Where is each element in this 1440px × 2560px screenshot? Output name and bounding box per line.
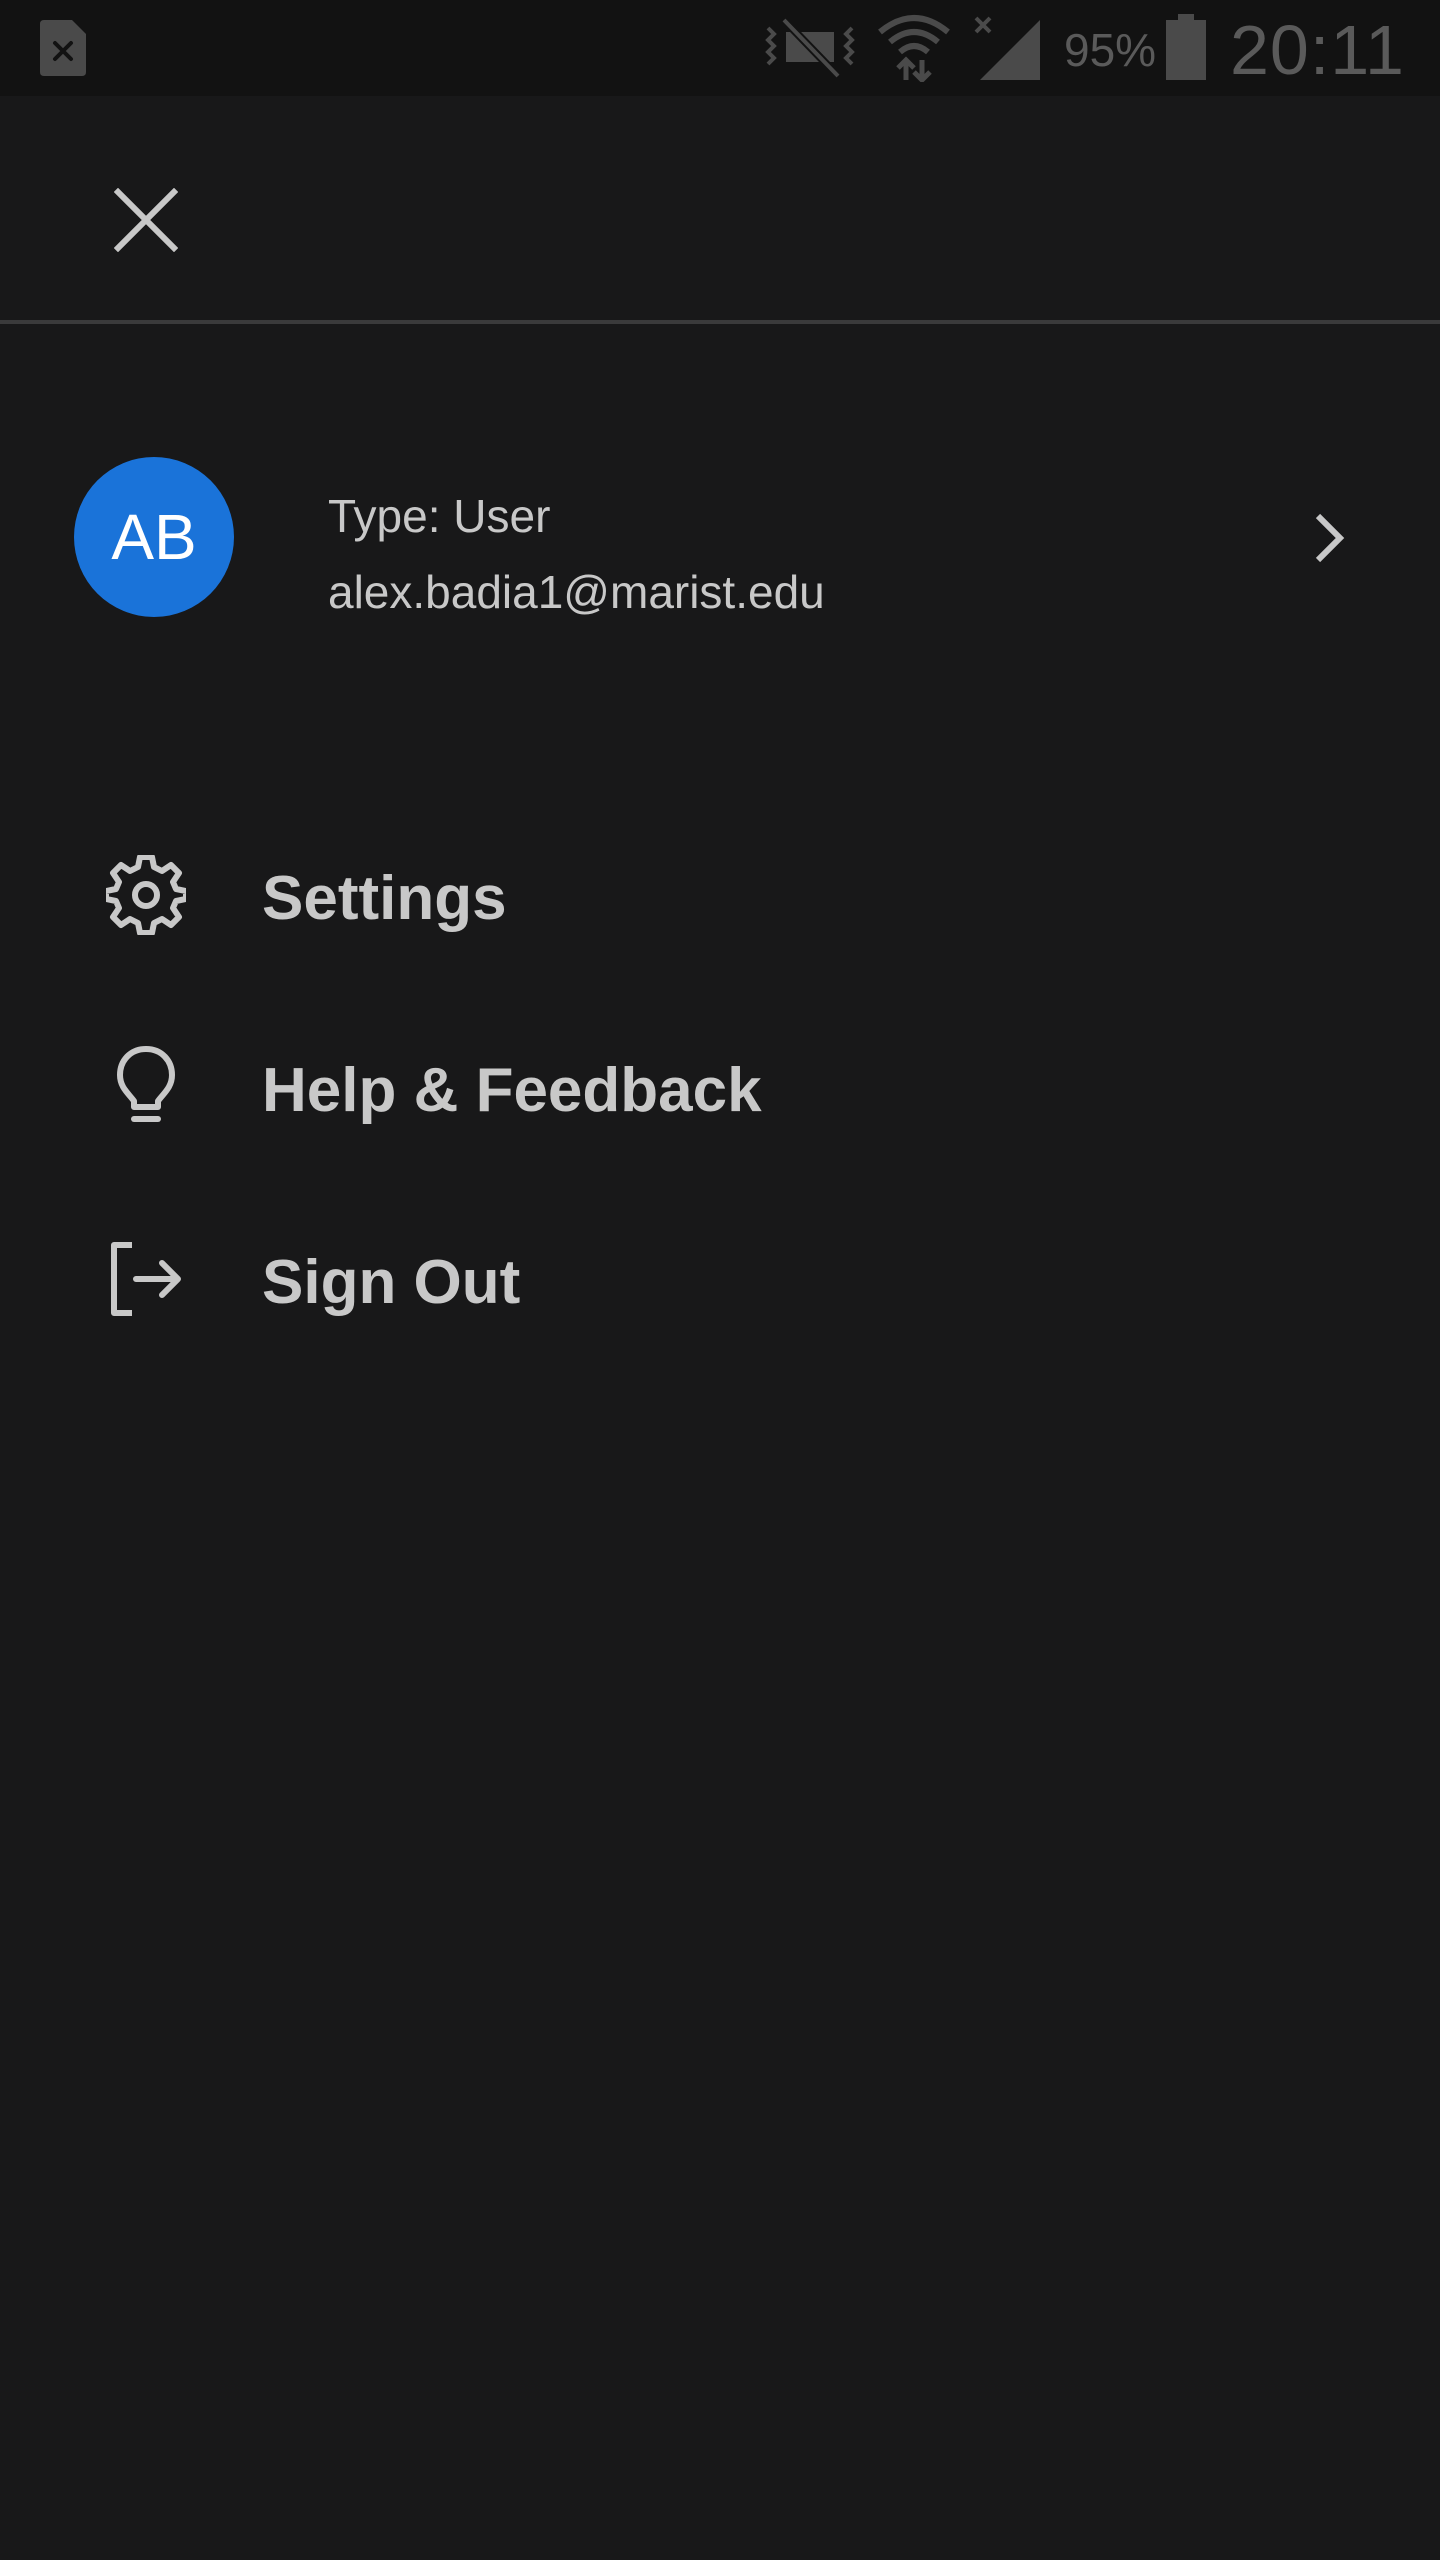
header-divider — [0, 320, 1440, 324]
avatar-initials: AB — [111, 501, 197, 573]
account-email: alex.badia1@marist.edu — [328, 566, 825, 618]
menu-item-sign-out-label: Sign Out — [262, 1248, 521, 1317]
menu-item-sign-out[interactable]: Sign Out — [0, 1189, 1440, 1369]
menu-item-settings[interactable]: Settings — [0, 805, 1440, 985]
drawer-header — [0, 96, 1440, 322]
menu-item-help-feedback-label: Help & Feedback — [262, 1056, 762, 1125]
close-icon — [113, 187, 179, 257]
account-row[interactable]: AB Type: User alex.badia1@marist.edu — [0, 420, 1440, 660]
close-button[interactable] — [96, 172, 196, 272]
vibrate-mute-icon — [762, 14, 858, 85]
menu-item-settings-label: Settings — [262, 864, 507, 933]
avatar: AB — [74, 457, 234, 617]
navigation-drawer-screen: 95% 20:11 AB Type: User alex.badia1@mari… — [0, 0, 1440, 2560]
menu-item-help-feedback[interactable]: Help & Feedback — [0, 997, 1440, 1177]
battery-percent: 95% — [1064, 24, 1157, 76]
lightbulb-icon — [106, 1046, 186, 1127]
status-clock: 20:11 — [1230, 11, 1405, 89]
gear-icon — [106, 855, 186, 935]
status-bar: 95% 20:11 — [0, 0, 1440, 96]
battery-icon — [1166, 14, 1206, 85]
sign-out-icon — [106, 1239, 186, 1319]
account-type-label: Type: User — [328, 490, 551, 542]
signal-no-service-icon — [972, 16, 1042, 85]
wifi-data-icon — [876, 10, 952, 87]
sim-card-error-icon — [40, 20, 86, 81]
chevron-right-icon — [1312, 512, 1348, 569]
